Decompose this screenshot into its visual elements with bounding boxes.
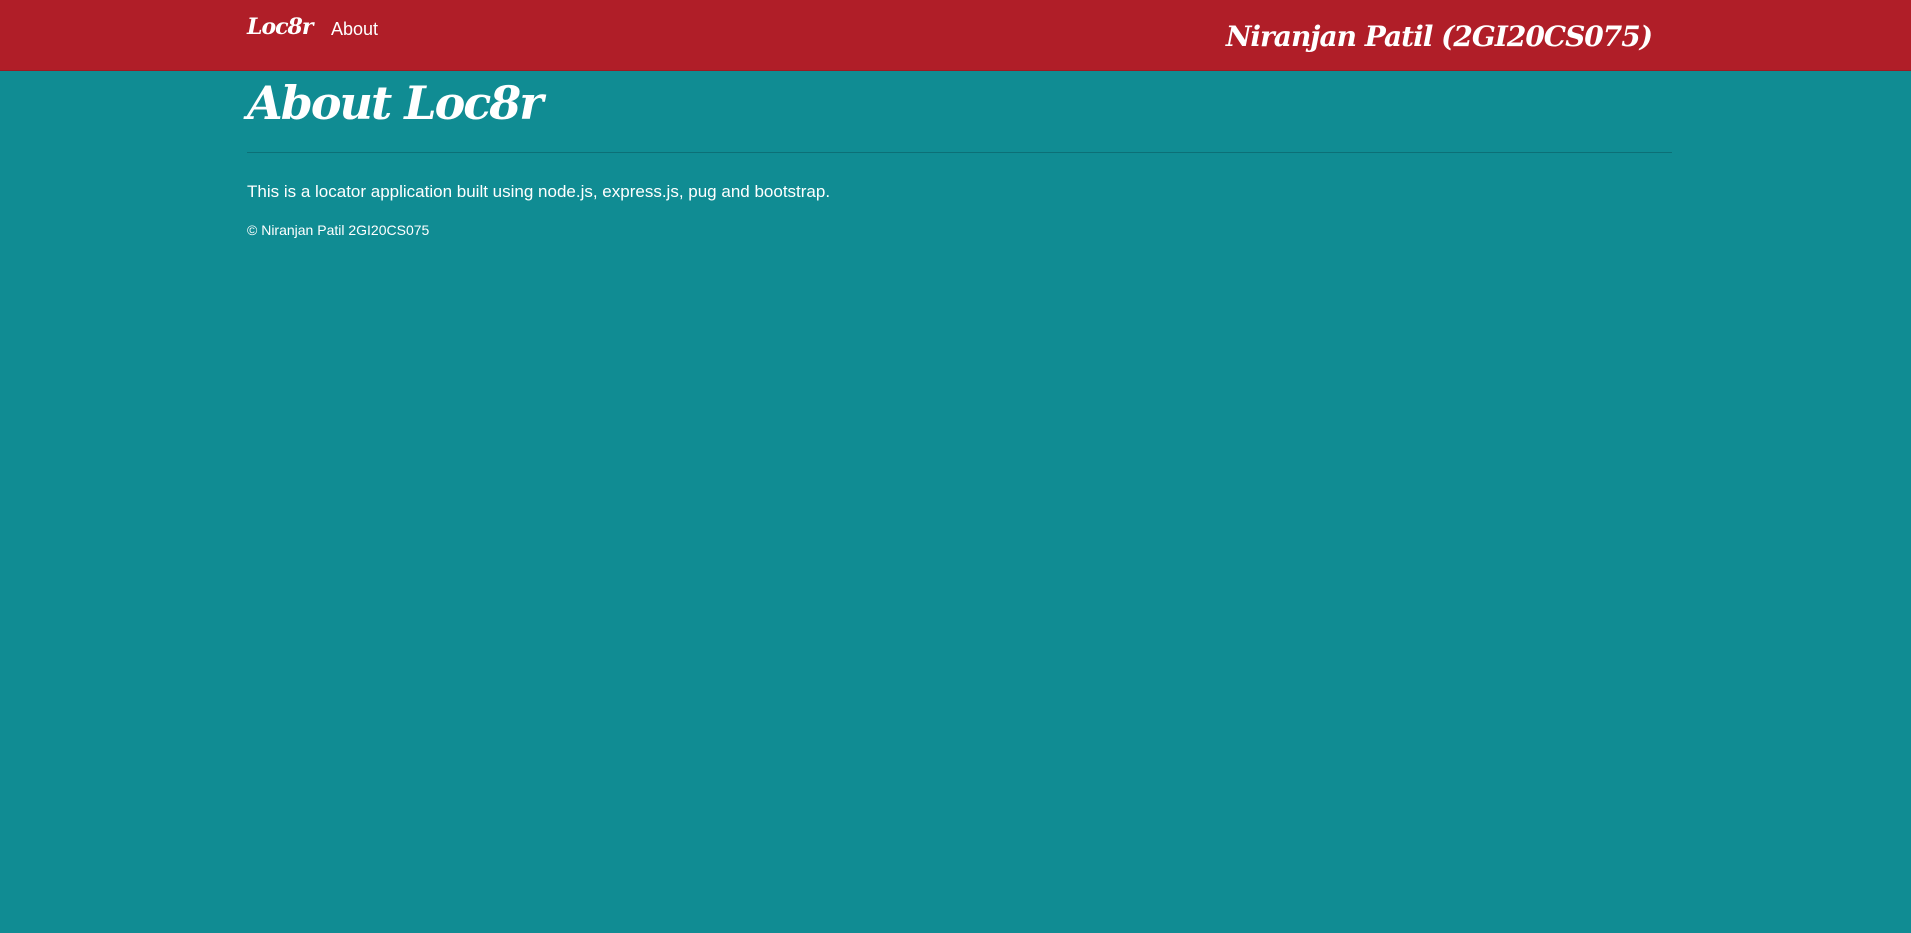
page-title: About Loc8r [247,76,544,130]
main-content: About Loc8r This is a locator applicatio… [247,70,1672,239]
nav-link-about[interactable]: About [331,19,378,40]
user-name: Niranjan Patil (2GI20CS075) [1225,20,1653,53]
divider [247,152,1672,153]
navbar: Loc8r About Niranjan Patil (2GI20CS075) [0,0,1911,71]
footer-copyright: © Niranjan Patil 2GI20CS075 [247,222,430,238]
page-description: This is a locator application built usin… [247,182,831,201]
brand-link[interactable]: Loc8r [247,14,313,40]
